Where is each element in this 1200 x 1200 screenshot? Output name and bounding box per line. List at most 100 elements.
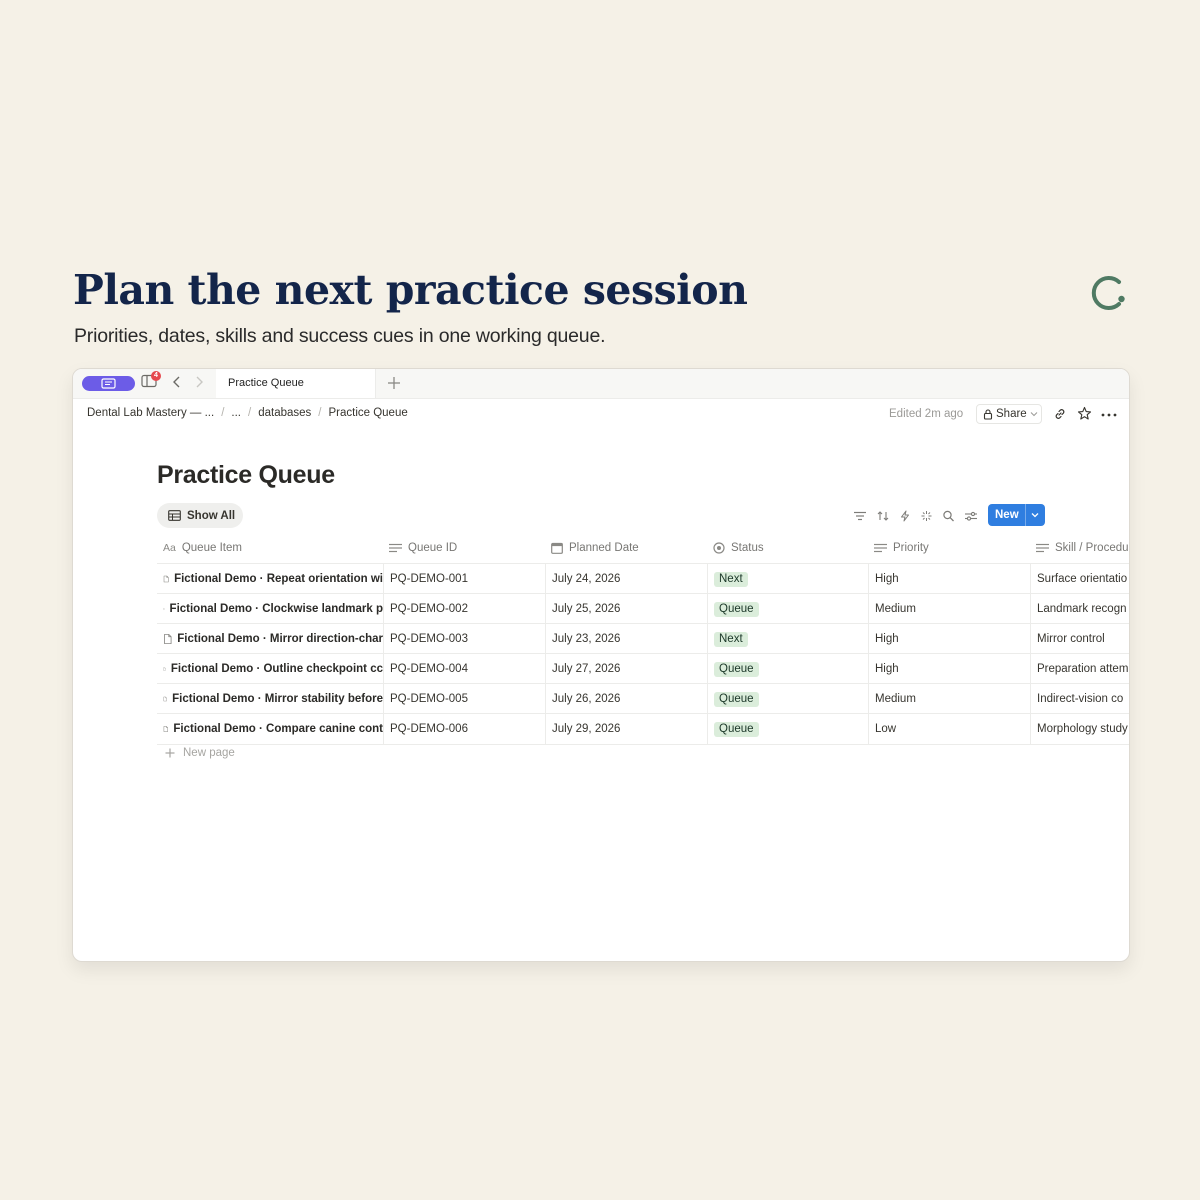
star-icon[interactable] — [1077, 406, 1092, 421]
column-header-queue-item[interactable]: Aa Queue Item — [157, 533, 383, 563]
table-row[interactable]: Fictional Demo · Compare canine cont PQ-D… — [157, 713, 1129, 745]
cell-planned-date[interactable]: July 23, 2026 — [545, 624, 707, 654]
link-icon[interactable] — [1053, 407, 1067, 421]
cell-status[interactable]: Next — [707, 564, 868, 594]
row-title: Fictional Demo · Mirror direction-char — [177, 633, 383, 645]
new-page-label: New page — [183, 747, 235, 759]
filter-icon[interactable] — [853, 510, 867, 522]
home-button[interactable] — [82, 376, 135, 391]
back-arrow-icon[interactable] — [172, 375, 182, 389]
table-row[interactable]: Fictional Demo · Outline checkpoint cc PQ… — [157, 653, 1129, 684]
cell-planned-date[interactable]: July 29, 2026 — [545, 714, 707, 744]
table-row[interactable]: Fictional Demo · Mirror stability before… — [157, 683, 1129, 714]
plus-icon — [165, 748, 175, 758]
row-title: Fictional Demo · Outline checkpoint cc — [170, 663, 383, 675]
cell-queue-id[interactable]: PQ-DEMO-004 — [383, 654, 545, 684]
edited-timestamp: Edited 2m ago — [889, 408, 964, 420]
cell-queue-item[interactable]: Fictional Demo · Mirror stability before — [157, 684, 383, 714]
row-title: Fictional Demo · Clockwise landmark p — [169, 603, 383, 615]
breadcrumb-item-databases[interactable]: databases — [258, 407, 311, 419]
cell-queue-item[interactable]: Fictional Demo · Repeat orientation wi — [157, 564, 383, 594]
cell-priority[interactable]: High — [868, 624, 1030, 654]
view-tab-label: Show All — [187, 509, 236, 522]
cell-planned-date[interactable]: July 26, 2026 — [545, 684, 707, 714]
new-button[interactable]: New — [988, 504, 1045, 526]
calendar-icon — [551, 542, 563, 554]
status-badge: Next — [714, 572, 748, 587]
more-options-icon[interactable] — [1101, 413, 1117, 417]
search-icon[interactable] — [942, 510, 955, 522]
cell-skill[interactable]: Morphology study — [1030, 714, 1129, 744]
page-title: Practice Queue — [157, 461, 335, 489]
cell-queue-id[interactable]: PQ-DEMO-002 — [383, 594, 545, 624]
new-page-button[interactable]: New page — [165, 747, 235, 759]
status-circle-icon — [713, 542, 725, 554]
cell-queue-id[interactable]: PQ-DEMO-005 — [383, 684, 545, 714]
plus-icon[interactable] — [386, 375, 402, 391]
cell-planned-date[interactable]: July 24, 2026 — [545, 564, 707, 594]
cell-skill[interactable]: Surface orientatio — [1030, 564, 1129, 594]
column-header-queue-id[interactable]: Queue ID — [383, 533, 545, 563]
breadcrumb: Dental Lab Mastery — ... / ... / databas… — [87, 407, 408, 419]
cell-queue-item[interactable]: Fictional Demo · Outline checkpoint cc — [157, 654, 383, 684]
breadcrumb-item-workspace[interactable]: Dental Lab Mastery — ... — [87, 407, 214, 419]
column-header-status[interactable]: Status — [707, 533, 868, 563]
tab-practice-queue[interactable]: Practice Queue — [216, 369, 376, 398]
column-header-priority[interactable]: Priority — [868, 533, 1030, 563]
cell-queue-id[interactable]: PQ-DEMO-001 — [383, 564, 545, 594]
text-aa-icon: Aa — [163, 542, 176, 554]
cell-status[interactable]: Queue — [707, 714, 868, 744]
chevron-down-icon — [1030, 412, 1038, 417]
ai-sparkle-icon[interactable] — [920, 510, 933, 522]
settings-sliders-icon[interactable] — [964, 510, 978, 522]
sort-icon[interactable] — [876, 510, 890, 522]
cell-queue-item[interactable]: Fictional Demo · Mirror direction-char — [157, 624, 383, 654]
home-icon — [101, 378, 116, 389]
cell-queue-item[interactable]: Fictional Demo · Clockwise landmark p — [157, 594, 383, 624]
automation-bolt-icon[interactable] — [899, 510, 911, 522]
cell-status[interactable]: Queue — [707, 594, 868, 624]
column-header-planned-date[interactable]: Planned Date — [545, 533, 707, 563]
cell-skill[interactable]: Landmark recogn — [1030, 594, 1129, 624]
breadcrumb-item-ellipsis[interactable]: ... — [231, 407, 241, 419]
view-tab-show-all[interactable]: Show All — [157, 503, 243, 528]
table-row[interactable]: Fictional Demo · Mirror direction-char PQ… — [157, 623, 1129, 654]
page-icon — [163, 608, 165, 610]
cell-planned-date[interactable]: July 25, 2026 — [545, 594, 707, 624]
table-row[interactable]: Fictional Demo · Clockwise landmark p PQ-… — [157, 593, 1129, 624]
page-icon — [164, 633, 172, 645]
breadcrumb-item-current[interactable]: Practice Queue — [328, 407, 407, 419]
cell-priority[interactable]: Low — [868, 714, 1030, 744]
lines-icon — [874, 543, 887, 553]
cell-skill[interactable]: Mirror control — [1030, 624, 1129, 654]
cell-priority[interactable]: Medium — [868, 594, 1030, 624]
cell-priority[interactable]: High — [868, 564, 1030, 594]
cell-status[interactable]: Next — [707, 624, 868, 654]
cell-priority[interactable]: High — [868, 654, 1030, 684]
cell-skill[interactable]: Preparation attem — [1030, 654, 1129, 684]
cell-queue-id[interactable]: PQ-DEMO-003 — [383, 624, 545, 654]
cell-queue-id[interactable]: PQ-DEMO-006 — [383, 714, 545, 744]
status-badge: Queue — [714, 692, 759, 707]
chevron-down-icon[interactable] — [1030, 510, 1040, 520]
status-badge: Queue — [714, 662, 759, 677]
brand-logo-icon — [1091, 276, 1125, 310]
cell-queue-item[interactable]: Fictional Demo · Compare canine cont — [157, 714, 383, 744]
column-header-skill[interactable]: Skill / Procedu — [1030, 533, 1129, 563]
table-row[interactable]: Fictional Demo · Repeat orientation wi PQ… — [157, 563, 1129, 594]
cell-status[interactable]: Queue — [707, 684, 868, 714]
status-badge: Next — [714, 632, 748, 647]
page-icon — [163, 575, 169, 583]
cell-planned-date[interactable]: July 27, 2026 — [545, 654, 707, 684]
cell-priority[interactable]: Medium — [868, 684, 1030, 714]
table-icon — [168, 510, 181, 521]
forward-arrow-icon[interactable] — [194, 375, 204, 389]
share-button[interactable]: Share — [976, 404, 1042, 424]
cell-skill[interactable]: Indirect-vision co — [1030, 684, 1129, 714]
table-header-row: Aa Queue Item Queue ID Planned Date Stat… — [157, 533, 1129, 563]
row-title: Fictional Demo · Compare canine cont — [173, 723, 383, 735]
row-title: Fictional Demo · Repeat orientation wi — [174, 573, 383, 585]
hero-headline: Plan the next practice session — [73, 266, 748, 314]
lock-icon — [983, 408, 993, 420]
cell-status[interactable]: Queue — [707, 654, 868, 684]
